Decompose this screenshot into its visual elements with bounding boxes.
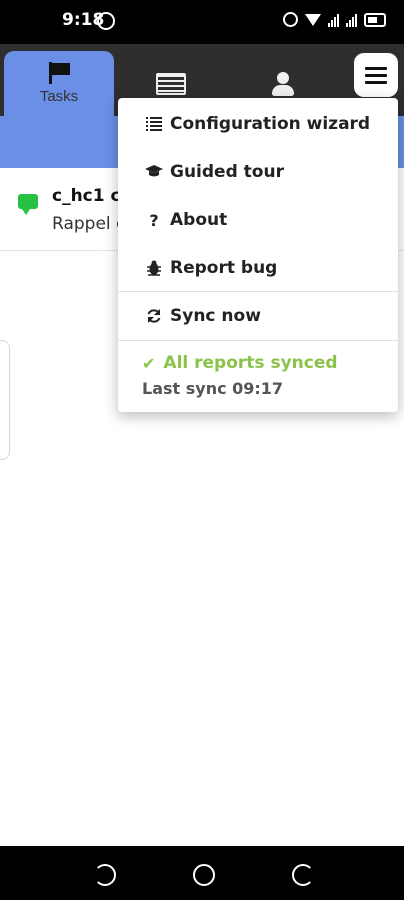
status-bar: 9:18 (0, 0, 404, 44)
tab-tasks[interactable]: Tasks (4, 51, 114, 116)
signal-icon (328, 13, 339, 27)
menu-item-label: About (170, 210, 228, 230)
menu-item-label: Report bug (170, 258, 278, 278)
system-nav-bar (0, 846, 404, 900)
sync-icon (142, 308, 166, 324)
person-icon (271, 71, 295, 96)
whatsapp-icon (97, 12, 115, 30)
menu-divider (118, 340, 398, 341)
sync-status: ✔ All reports synced (142, 353, 338, 373)
hamburger-menu-button[interactable] (354, 53, 398, 97)
last-sync-time: Last sync 09:17 (142, 379, 284, 398)
side-card (0, 340, 10, 460)
menu-item-about[interactable]: ? About (118, 198, 398, 242)
menu-item-label: Sync now (170, 306, 261, 326)
bug-icon (142, 260, 166, 276)
home-icon[interactable] (193, 864, 215, 886)
graduation-cap-icon (142, 165, 166, 179)
hamburger-icon (365, 66, 387, 70)
back-icon[interactable] (94, 864, 116, 886)
menu-item-configuration-wizard[interactable]: Configuration wizard (118, 102, 398, 146)
signal-icon-2 (346, 13, 357, 27)
menu-item-report-bug[interactable]: Report bug (118, 246, 398, 290)
question-icon: ? (149, 210, 159, 230)
status-icons (283, 12, 386, 27)
dropdown-menu: Configuration wizard Guided tour ? About… (118, 98, 398, 412)
flag-icon (47, 62, 71, 84)
battery-icon (364, 12, 386, 27)
tab-tasks-label: Tasks (39, 88, 79, 105)
menu-item-label: Guided tour (170, 162, 284, 182)
news-icon (156, 72, 186, 95)
list-icon (142, 116, 166, 132)
recents-icon[interactable] (292, 864, 314, 886)
check-icon: ✔ (142, 353, 156, 373)
menu-item-sync-now[interactable]: Sync now (118, 294, 398, 338)
sync-status-text: All reports synced (163, 353, 338, 373)
alarm-icon (283, 12, 298, 27)
menu-divider (118, 291, 398, 292)
task-subtitle: Rappel c (52, 214, 126, 234)
wifi-icon (305, 13, 321, 26)
chat-icon (18, 194, 38, 215)
menu-item-label: Configuration wizard (170, 114, 371, 134)
menu-item-guided-tour[interactable]: Guided tour (118, 150, 398, 194)
